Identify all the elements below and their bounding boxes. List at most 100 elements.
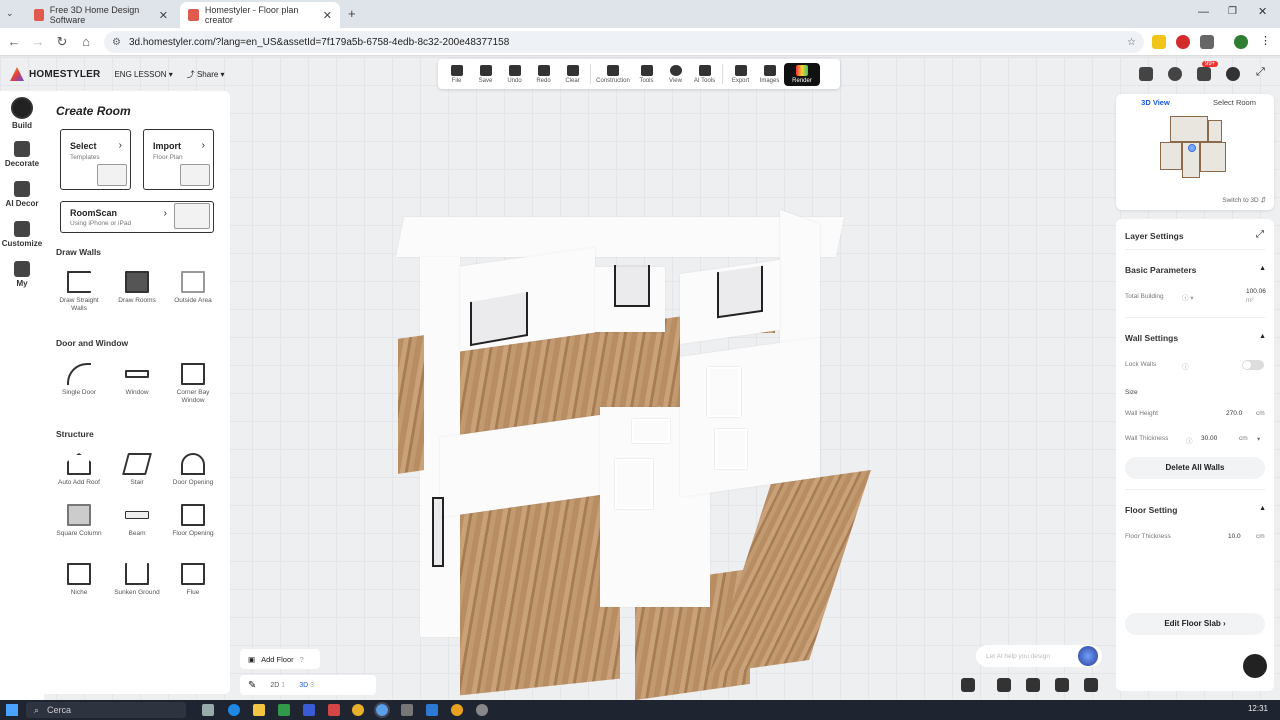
- export-button[interactable]: Export: [726, 64, 755, 84]
- homestyler-logo[interactable]: HOMESTYLER: [10, 67, 100, 81]
- delete-all-walls-button[interactable]: Delete All Walls: [1125, 457, 1265, 479]
- niche-tool[interactable]: Niche: [56, 563, 102, 597]
- new-tab-button[interactable]: +: [348, 6, 356, 21]
- construction-button[interactable]: Construction: [594, 64, 632, 84]
- project-name-dropdown[interactable]: ENG LESSON ▾: [114, 70, 172, 79]
- app-icon[interactable]: [328, 704, 340, 716]
- extensions-puzzle-icon[interactable]: [1200, 35, 1214, 49]
- fullscreen-icon[interactable]: ⤢: [1256, 66, 1265, 79]
- draw-rooms-tool[interactable]: Draw Rooms: [114, 271, 160, 305]
- floor-thickness-input[interactable]: 10.0: [1228, 533, 1241, 540]
- file-explorer-icon[interactable]: [253, 704, 265, 716]
- gallery-icon[interactable]: [1139, 67, 1153, 81]
- flue-tool[interactable]: Flue: [170, 563, 216, 597]
- app-icon[interactable]: [303, 704, 315, 716]
- restore-icon[interactable]: ❐: [1228, 6, 1237, 17]
- window-close-icon[interactable]: ✕: [1258, 5, 1267, 18]
- taskbar-search[interactable]: ⌕ Cerca: [26, 702, 186, 718]
- square-column-tool[interactable]: Square Column: [56, 504, 102, 538]
- browser-tab-1[interactable]: Free 3D Home Design Software ✕: [26, 2, 176, 28]
- camera-settings-icon[interactable]: [1026, 678, 1040, 692]
- corner-bay-window-tool[interactable]: Corner Bay Window: [170, 363, 216, 405]
- info-icon[interactable]: ⓘ: [1186, 435, 1193, 445]
- minimap-floor-plan[interactable]: [1160, 116, 1230, 186]
- close-tab-icon[interactable]: ✕: [323, 9, 332, 22]
- ai-tools-button[interactable]: AI Tools: [690, 64, 719, 84]
- edit-floor-slab-button[interactable]: Edit Floor Slab ›: [1125, 613, 1265, 635]
- select-templates-card[interactable]: Select Templates ›: [60, 129, 131, 190]
- edit-pencil-icon[interactable]: ✎: [248, 680, 256, 691]
- app-icon[interactable]: [476, 704, 488, 716]
- wall-thickness-input[interactable]: 30.00: [1201, 435, 1217, 442]
- undo-button[interactable]: Undo: [500, 64, 529, 84]
- rail-ai-decor[interactable]: AI Decor: [0, 181, 44, 208]
- forward-icon[interactable]: →: [30, 34, 46, 50]
- ai-assistant-icon[interactable]: [1078, 646, 1098, 666]
- chevron-down-icon[interactable]: ▾: [1257, 435, 1260, 443]
- 3d-view-button[interactable]: 3D 3: [299, 682, 314, 689]
- beam-tool[interactable]: Beam: [114, 504, 160, 538]
- profile-avatar[interactable]: [1234, 35, 1248, 49]
- tab-3d-view[interactable]: 3D View: [1116, 94, 1195, 112]
- roomscan-card[interactable]: RoomScan Using iPhone or iPad ›: [60, 201, 214, 233]
- reload-icon[interactable]: ↻: [54, 34, 70, 50]
- screenshot-icon[interactable]: [1055, 678, 1069, 692]
- camera-icon[interactable]: [997, 678, 1011, 692]
- tab-select-room[interactable]: Select Room: [1195, 94, 1274, 112]
- import-floor-plan-card[interactable]: Import Floor Plan ›: [143, 129, 214, 190]
- edge-icon[interactable]: [228, 704, 240, 716]
- close-tab-icon[interactable]: ✕: [159, 9, 168, 22]
- 2d-view-button[interactable]: 2D 1: [270, 682, 285, 689]
- bookmark-star-icon[interactable]: ☆: [1127, 37, 1136, 48]
- lock-walls-toggle[interactable]: [1242, 360, 1264, 370]
- app-icon[interactable]: [278, 704, 290, 716]
- help-icon[interactable]: ?: [300, 655, 304, 664]
- single-door-tool[interactable]: Single Door: [56, 363, 102, 397]
- switch-to-3d-button[interactable]: Switch to 3D ⇵: [1222, 196, 1266, 204]
- sunken-ground-tool[interactable]: Sunken Ground: [114, 563, 160, 597]
- collapse-triangle-icon[interactable]: ▲: [1259, 265, 1266, 272]
- rail-customize[interactable]: Customize: [0, 221, 44, 248]
- rail-decorate[interactable]: Decorate: [0, 141, 44, 168]
- settings-gear-icon[interactable]: [1168, 67, 1182, 81]
- render-button[interactable]: Render: [784, 62, 820, 86]
- file-button[interactable]: File: [442, 64, 471, 84]
- extension-icon[interactable]: [1176, 35, 1190, 49]
- collapse-triangle-icon[interactable]: ▲: [1259, 333, 1266, 340]
- app-icon[interactable]: [401, 704, 413, 716]
- door-opening-tool[interactable]: Door Opening: [170, 453, 216, 487]
- browser-menu-icon[interactable]: ⋮: [1260, 34, 1271, 47]
- address-bar[interactable]: ⚙ 3d.homestyler.com/?lang=en_US&assetId=…: [104, 31, 1144, 53]
- add-floor-button[interactable]: ▣ Add Floor ?: [240, 649, 320, 669]
- share-button[interactable]: ⤴ Share ▾: [187, 69, 225, 80]
- chrome-icon[interactable]: [352, 704, 364, 716]
- redo-button[interactable]: Redo: [529, 64, 558, 84]
- save-button[interactable]: Save: [471, 64, 500, 84]
- windows-start-icon[interactable]: [6, 704, 18, 716]
- wall-height-input[interactable]: 270.0: [1226, 410, 1242, 417]
- browser-tab-2[interactable]: Homestyler - Floor plan creator ✕: [180, 2, 340, 28]
- expand-icon[interactable]: ⤢: [1256, 229, 1264, 240]
- app-icon[interactable]: [451, 704, 463, 716]
- user-avatar[interactable]: [1226, 67, 1240, 81]
- info-icon[interactable]: ⓘ ▾: [1182, 292, 1194, 302]
- app-icon[interactable]: [426, 704, 438, 716]
- home-icon[interactable]: ⌂: [78, 34, 94, 50]
- collapse-triangle-icon[interactable]: ▲: [1259, 505, 1266, 512]
- rail-my[interactable]: My: [0, 261, 44, 288]
- feedback-chat-icon[interactable]: [1243, 654, 1267, 678]
- 3d-viewport[interactable]: [380, 197, 940, 700]
- rail-build[interactable]: Build: [0, 97, 44, 130]
- fit-view-icon[interactable]: [1084, 678, 1098, 692]
- draw-straight-walls-tool[interactable]: Draw Straight Walls: [56, 271, 102, 313]
- view-button[interactable]: View: [661, 64, 690, 84]
- stair-tool[interactable]: Stair: [114, 453, 160, 487]
- back-icon[interactable]: ←: [6, 34, 22, 50]
- mail-icon[interactable]: [1197, 67, 1211, 81]
- minimize-icon[interactable]: —: [1198, 6, 1209, 18]
- floor-opening-tool[interactable]: Floor Opening: [170, 504, 216, 538]
- outside-area-tool[interactable]: Outside Area: [170, 271, 216, 305]
- info-icon[interactable]: ⓘ: [1182, 361, 1189, 371]
- extension-icon[interactable]: [1152, 35, 1166, 49]
- lock-icon[interactable]: [961, 678, 975, 692]
